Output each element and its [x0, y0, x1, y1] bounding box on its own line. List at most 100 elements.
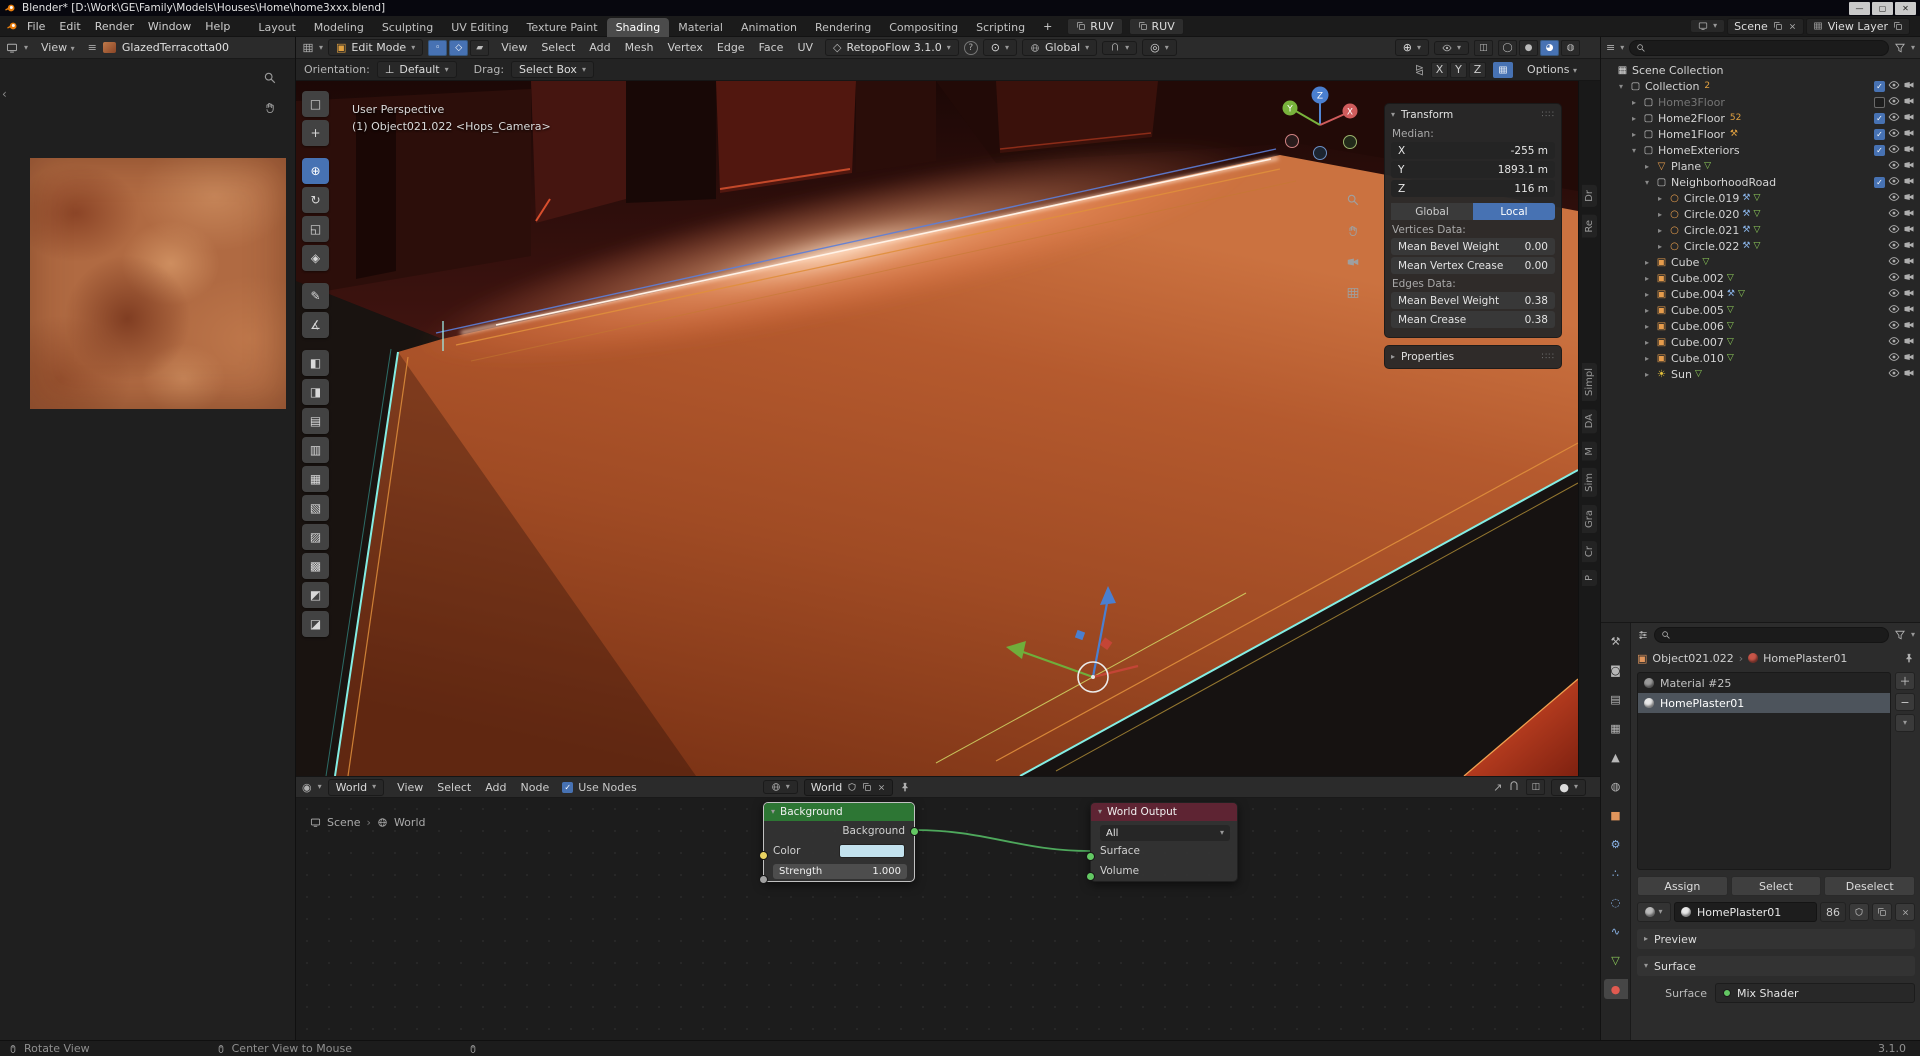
output-socket[interactable] [910, 827, 919, 836]
expand-arrow[interactable]: ▸ [1629, 130, 1639, 139]
expand-arrow[interactable]: ▸ [1642, 290, 1652, 299]
surface-shader-dropdown[interactable]: Mix Shader [1715, 983, 1915, 1003]
close-button[interactable]: ✕ [1895, 1, 1916, 15]
outliner-row[interactable]: ▸ ☀ Sun ▽ [1601, 366, 1920, 382]
outliner-row[interactable]: ▸ ▢ Home1Floor ⚒ ✓ [1601, 126, 1920, 142]
filter-funnel-icon[interactable] [1894, 42, 1906, 54]
breadcrumb-material[interactable]: HomePlaster01 [1763, 652, 1847, 665]
outliner-row[interactable]: ▸ ▣ Cube.005 ▽ [1601, 302, 1920, 318]
outliner-row[interactable]: ▸ ○ Circle.021 ⚒ ▽ [1601, 222, 1920, 238]
menu-item[interactable]: View [494, 39, 534, 56]
disable-in-renders-toggle[interactable] [1903, 303, 1915, 318]
expand-arrow[interactable]: ▸ [1642, 338, 1652, 347]
outliner-row[interactable]: ▸ ▣ Cube.007 ▽ [1601, 334, 1920, 350]
menu-item[interactable]: Add [478, 779, 513, 796]
outliner-row[interactable]: ▸ ○ Circle.020 ⚒ ▽ [1601, 206, 1920, 222]
axis-value-field[interactable]: X -255 m [1391, 142, 1555, 159]
properties-tab[interactable]: ◌ [1604, 892, 1628, 912]
fake-user-shield-icon[interactable] [847, 782, 857, 792]
hamburger-icon[interactable]: ≡ [88, 41, 97, 54]
expand-arrow[interactable]: ▾ [1616, 82, 1626, 91]
item-label[interactable]: Home1Floor [1658, 128, 1725, 141]
hide-in-viewport-toggle[interactable] [1888, 127, 1900, 142]
outliner-row[interactable]: ▸ ▢ Home3Floor [1601, 94, 1920, 110]
menu-item[interactable]: Window [141, 18, 198, 35]
properties-tab[interactable]: ◍ [1604, 776, 1628, 796]
disable-in-renders-toggle[interactable] [1903, 319, 1915, 334]
hide-in-viewport-toggle[interactable] [1888, 111, 1900, 126]
item-label[interactable]: Cube [1671, 256, 1699, 269]
hide-in-viewport-toggle[interactable] [1888, 335, 1900, 350]
hide-in-viewport-toggle[interactable] [1888, 79, 1900, 94]
ruv-button[interactable]: RUV [1067, 17, 1123, 35]
color-input-socket[interactable] [759, 851, 768, 860]
shading-mode-button[interactable]: ● [1519, 39, 1538, 56]
workspace-tab[interactable]: Compositing [880, 18, 967, 37]
texture-preview[interactable] [30, 158, 286, 409]
sidebar-tab[interactable]: Cr [1582, 541, 1597, 563]
menu-item[interactable]: Help [198, 18, 237, 35]
xray-toggle[interactable]: ◫ [1474, 39, 1493, 56]
disable-in-renders-toggle[interactable] [1903, 255, 1915, 270]
item-label[interactable]: Scene Collection [1632, 64, 1723, 77]
view-layer-field[interactable]: View Layer [1805, 17, 1910, 35]
expand-arrow[interactable]: ▸ [1642, 306, 1652, 315]
3d-viewport[interactable]: Z Y X User Perspective (1) Object021.022… [296, 81, 1600, 776]
maximize-button[interactable]: ▢ [1872, 1, 1893, 15]
tool-button[interactable]: ⊕ [302, 158, 329, 184]
workspace-tab[interactable]: Material [669, 18, 732, 37]
exclude-checkbox[interactable]: ✓ [1874, 144, 1885, 156]
strength-field[interactable]: Strength 1.000 [773, 863, 907, 879]
tool-button[interactable]: ◧ [302, 350, 329, 376]
item-label[interactable]: Home3Floor [1658, 96, 1725, 109]
image-name[interactable]: GlazedTerracotta00 [122, 41, 229, 54]
hide-in-viewport-toggle[interactable] [1888, 207, 1900, 222]
strength-input-socket[interactable] [759, 875, 768, 884]
sidebar-tab[interactable]: M [1582, 441, 1597, 461]
outliner-row[interactable]: ▸ ▣ Cube ▽ [1601, 254, 1920, 270]
unlink-material-button[interactable] [1895, 903, 1915, 921]
exclude-checkbox[interactable]: ✓ [1874, 80, 1885, 92]
volume-input-socket[interactable] [1086, 872, 1095, 881]
disable-in-renders-toggle[interactable] [1903, 111, 1915, 126]
menu-item[interactable]: Face [752, 39, 791, 56]
item-label[interactable]: Circle.022 [1684, 240, 1739, 253]
hide-in-viewport-toggle[interactable] [1888, 143, 1900, 158]
axis-value-field[interactable]: Y 1893.1 m [1391, 161, 1555, 178]
hide-in-viewport-toggle[interactable] [1888, 255, 1900, 270]
menu-item[interactable]: Mesh [618, 39, 661, 56]
hide-in-viewport-toggle[interactable] [1888, 239, 1900, 254]
surface-input-socket[interactable] [1086, 852, 1095, 861]
expand-arrow[interactable]: ▸ [1655, 226, 1665, 235]
tool-button[interactable]: ▨ [302, 524, 329, 550]
shading-mode-button[interactable]: ◕ [1540, 39, 1559, 56]
surface-panel-header[interactable]: ▾ Surface [1637, 956, 1915, 976]
action-button[interactable]: Assign [1637, 876, 1728, 896]
exclude-checkbox[interactable]: ✓ [1874, 128, 1885, 140]
sidebar-tab[interactable]: P [1582, 570, 1597, 587]
expand-arrow[interactable]: ▸ [1642, 162, 1652, 171]
app-menu-icon[interactable] [6, 20, 18, 32]
color-swatch[interactable] [839, 844, 905, 858]
outliner-row[interactable]: ▸ ▣ Cube.010 ▽ [1601, 350, 1920, 366]
outliner-row[interactable]: ▸ ○ Circle.022 ⚒ ▽ [1601, 238, 1920, 254]
tool-button[interactable]: □ [302, 91, 329, 117]
item-label[interactable]: Circle.019 [1684, 192, 1739, 205]
scene-field[interactable]: Scene [1727, 17, 1804, 35]
select-mode-button[interactable]: ◦ [428, 39, 448, 56]
editor-type-icon[interactable] [302, 42, 314, 54]
material-slot[interactable]: Material #25 [1638, 673, 1890, 693]
item-label[interactable]: Collection [1645, 80, 1699, 93]
properties-tab[interactable]: ● [1603, 979, 1628, 999]
snap-active-toggle[interactable] [1493, 61, 1514, 78]
select-mode-button[interactable]: ◇ [449, 39, 469, 56]
item-label[interactable]: Circle.020 [1684, 208, 1739, 221]
expand-arrow[interactable]: ▸ [1642, 274, 1652, 283]
disable-in-renders-toggle[interactable] [1903, 367, 1915, 382]
filter-funnel-icon[interactable] [1894, 629, 1906, 641]
properties-tab[interactable]: ⚒ [1604, 631, 1628, 651]
collapse-chevron-icon[interactable]: ▾ [1098, 808, 1102, 816]
preview-panel-header[interactable]: ▸ Preview [1637, 929, 1915, 949]
drag-handle-icon[interactable]: ∷∷ [1542, 110, 1555, 120]
item-label[interactable]: Plane [1671, 160, 1701, 173]
